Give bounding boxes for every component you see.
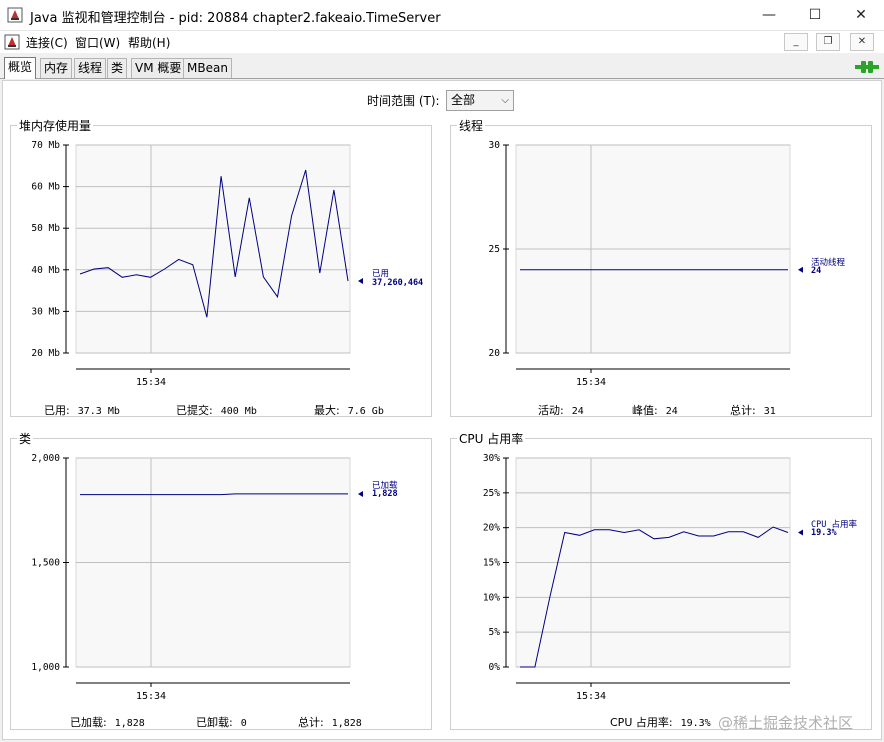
classes-stat-unloaded: 已卸载: 0	[196, 716, 247, 729]
minimize-button[interactable]: —	[746, 0, 792, 31]
heap-series-value: 37,260,464	[372, 278, 424, 288]
heap-stat-max: 最大: 7.6 Gb	[314, 404, 384, 417]
classes-stat-total: 总计: 1,828	[298, 716, 362, 729]
watermark-text: @稀土掘金技术社区	[718, 714, 854, 732]
close-button[interactable]: ✕	[838, 0, 884, 31]
chevron-down-icon: ⌵	[501, 95, 509, 106]
classes-panel: 类	[10, 430, 432, 730]
classes-series-value: 1,828	[372, 489, 398, 499]
time-range-label: 时间范围 (T):	[367, 94, 440, 108]
menu-connection[interactable]: 连接(C)	[26, 34, 68, 51]
menu-bar: 连接(C) 窗口(W) 帮助(H)	[0, 31, 884, 53]
classes-stat-loaded: 已加载: 1,828	[70, 716, 145, 729]
menu-window[interactable]: 窗口(W)	[75, 34, 120, 51]
tab-mbean[interactable]: MBean	[183, 58, 232, 78]
classes-panel-title: 类	[17, 430, 34, 447]
inner-restore-button[interactable]: ❐	[816, 33, 840, 51]
heap-panel-title: 堆内存使用量	[17, 117, 94, 134]
threads-series-value: 24	[811, 266, 822, 276]
threads-panel: 线程	[450, 117, 872, 417]
heap-stat-used: 已用: 37.3 Mb	[44, 404, 120, 417]
window-title: Java 监视和管理控制台 - pid: 20884 chapter2.fake…	[30, 11, 441, 26]
tab-bar: 概览 内存 线程 类 VM 概要 MBean	[0, 55, 884, 79]
tab-threads[interactable]: 线程	[74, 58, 107, 78]
heap-panel: 堆内存使用量	[10, 117, 432, 417]
time-range-value: 全部	[451, 93, 476, 107]
threads-stat-total: 总计: 31	[730, 404, 776, 417]
time-range-select[interactable]: 全部 ⌵	[446, 90, 514, 111]
heap-stat-committed: 已提交: 400 Mb	[176, 404, 257, 417]
tab-classes[interactable]: 类	[107, 58, 128, 78]
java-doc-icon[interactable]	[4, 34, 20, 50]
cpu-panel: CPU 占用率	[450, 430, 872, 730]
tab-vm-summary[interactable]: VM 概要	[131, 58, 186, 78]
tab-overview[interactable]: 概览	[4, 57, 37, 79]
maximize-button[interactable]: ☐	[792, 0, 838, 31]
inner-minimize-button[interactable]: _	[784, 33, 808, 51]
tab-memory[interactable]: 内存	[40, 58, 73, 78]
title-bar: Java 监视和管理控制台 - pid: 20884 chapter2.fake…	[0, 0, 884, 31]
threads-stat-live: 活动: 24	[538, 404, 584, 417]
java-app-icon	[7, 7, 23, 23]
inner-close-button[interactable]: ✕	[850, 33, 874, 51]
connection-status-icon	[855, 61, 879, 73]
cpu-panel-title: CPU 占用率	[457, 430, 526, 447]
menu-help[interactable]: 帮助(H)	[128, 34, 170, 51]
threads-stat-peak: 峰值: 24	[632, 404, 678, 417]
cpu-series-value: 19.3%	[811, 528, 837, 538]
cpu-stat-usage: CPU 占用率: 19.3%	[610, 716, 711, 729]
threads-panel-title: 线程	[457, 117, 486, 134]
